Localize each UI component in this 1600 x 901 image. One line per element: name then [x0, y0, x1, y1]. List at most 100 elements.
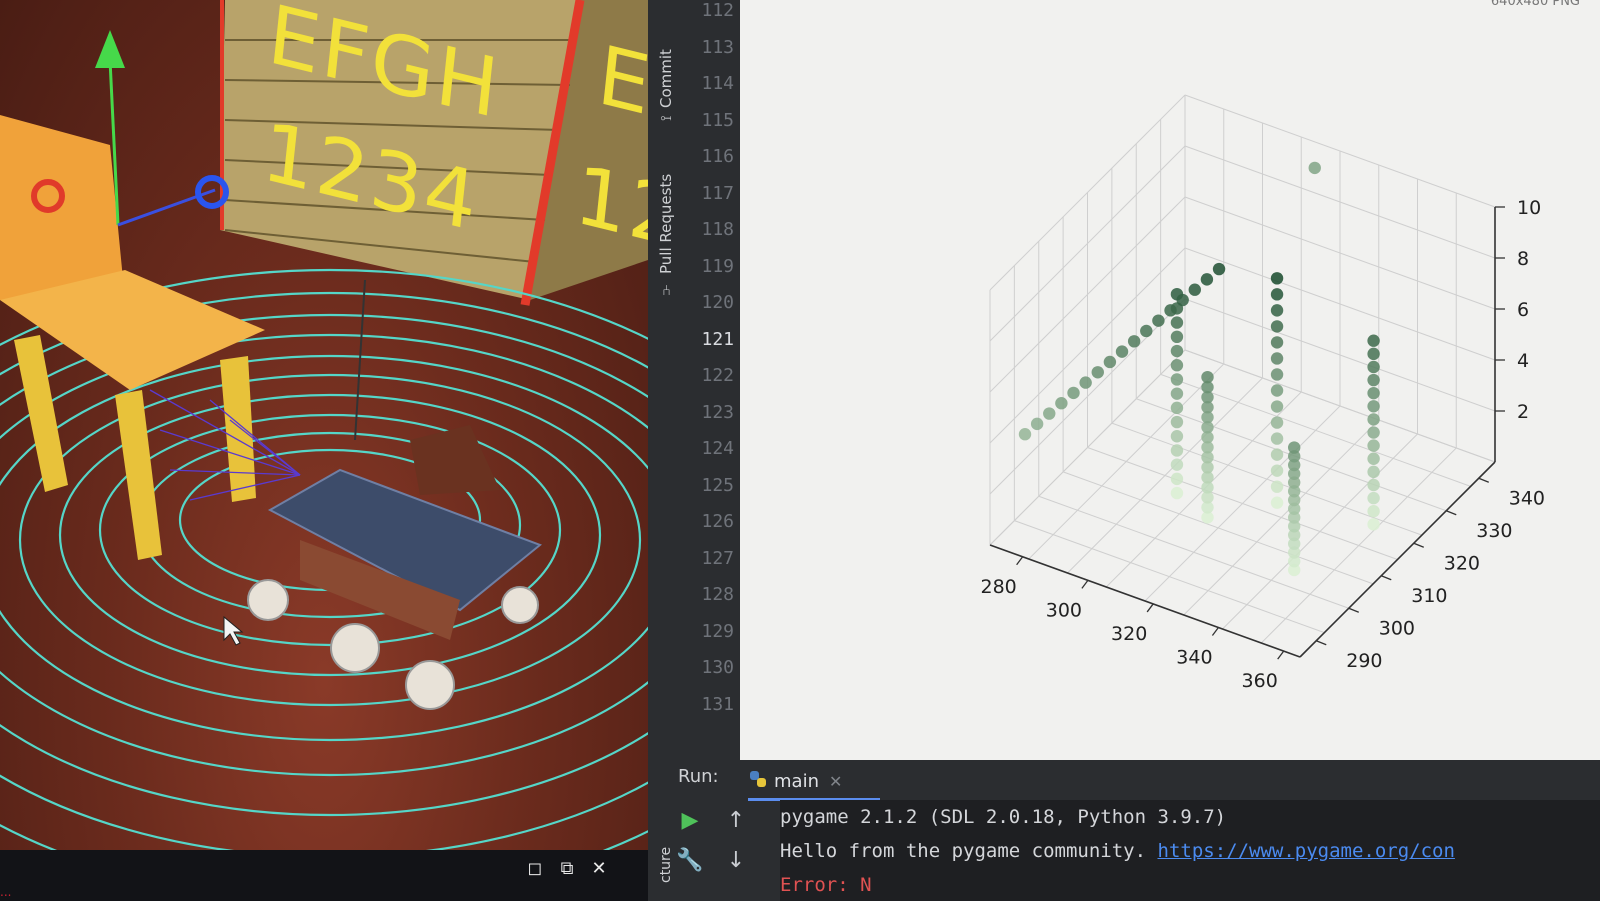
scroll-down-button[interactable]: ↓ — [724, 848, 748, 873]
line-number: 126 — [701, 511, 734, 532]
scatter-point — [1170, 387, 1184, 400]
pull-request-icon: ⑂ — [657, 281, 675, 297]
scatter-point — [1367, 452, 1380, 465]
scatter-point — [1367, 400, 1380, 413]
mouse-cursor — [223, 615, 244, 646]
run-header: Run: main ✕ — [678, 760, 1600, 801]
run-button[interactable]: ▶ — [678, 808, 702, 833]
scatter-point — [1367, 373, 1380, 387]
console-output[interactable]: pygame 2.1.2 (SDL 2.0.18, Python 3.9.7) … — [780, 800, 1600, 901]
scatter-point — [1367, 386, 1380, 400]
scatter-point — [1367, 505, 1380, 518]
y-tick-label: 330 — [1476, 520, 1512, 542]
scatter-point — [1170, 486, 1184, 500]
scatter-point — [1170, 444, 1184, 457]
console-line: Hello from the pygame community. https:/… — [780, 840, 1455, 862]
line-number: 128 — [701, 584, 734, 605]
scatter-point — [1055, 397, 1068, 410]
scatter-point — [1170, 430, 1184, 443]
y-tick — [1348, 607, 1359, 613]
close-icon[interactable]: ✕ — [829, 772, 842, 791]
console-line: pygame 2.1.2 (SDL 2.0.18, Python 3.9.7) — [780, 806, 1227, 828]
scatter-point — [1367, 360, 1380, 374]
grid-line — [1222, 433, 1418, 630]
scatter-point — [1043, 407, 1056, 420]
z-tick-label: 4 — [1517, 350, 1529, 372]
x-tick — [1146, 603, 1154, 613]
wrench-icon[interactable]: 🔧 — [676, 848, 703, 873]
y-tick — [1413, 542, 1424, 548]
run-panel: Run: main ✕ ▶ ↑ 🔧 ↓ pygame 2.1.2 (SDL 2.… — [676, 760, 1600, 901]
z-tick-label: 10 — [1517, 197, 1541, 219]
commit-icon: ⟟ — [657, 115, 675, 122]
scatter-point — [1127, 335, 1141, 348]
z-tick-label: 6 — [1517, 299, 1529, 321]
rock — [410, 425, 500, 495]
scatter-point — [1170, 359, 1184, 372]
scatter-point — [1018, 428, 1032, 441]
grid-line — [1087, 447, 1398, 560]
scatter-point — [1270, 272, 1284, 285]
tab-commit-label: Commit — [657, 48, 675, 108]
scatter-point — [1367, 347, 1380, 361]
scatter-point — [1170, 373, 1184, 386]
line-number: 119 — [701, 255, 734, 277]
simulation-status: ... — [0, 885, 12, 899]
scatter-point — [1115, 345, 1129, 358]
x-tick — [1211, 627, 1219, 636]
tab-pull-requests-label: Pull Requests — [657, 173, 675, 274]
scroll-up-button[interactable]: ↑ — [724, 808, 748, 833]
x-tick-label: 340 — [1176, 647, 1212, 669]
scatter-point — [1201, 370, 1214, 384]
line-number: 116 — [701, 146, 734, 167]
run-tab-label: main — [774, 770, 819, 792]
y-tick — [1316, 640, 1327, 646]
scatter-point — [1270, 464, 1284, 477]
plot-window: 640x480 PNG 280 300 320 340 360 290 300 310 320 3… — [740, 0, 1600, 760]
chair-back — [0, 115, 125, 300]
scatter-point — [1367, 491, 1380, 505]
y-tick-label: 320 — [1444, 552, 1480, 574]
scatter-point — [1270, 352, 1284, 365]
y-tick-label: 300 — [1379, 617, 1415, 639]
line-number: 130 — [701, 657, 734, 678]
scatter-point — [1188, 283, 1201, 296]
scatter-point — [1170, 344, 1184, 358]
tab-pull-requests[interactable]: ⑂ Pull Requests — [648, 165, 684, 305]
close-button[interactable]: ✕ — [588, 858, 610, 879]
line-number: 112 — [701, 0, 734, 21]
scatter-point — [1367, 413, 1380, 426]
x-tick-label: 280 — [980, 576, 1016, 598]
scatter-point — [1367, 478, 1380, 492]
scatter-point — [1367, 334, 1380, 347]
line-number: 118 — [701, 219, 734, 240]
scatter-point — [1030, 417, 1044, 431]
x-tick — [1016, 556, 1024, 566]
scatter-point — [1367, 465, 1380, 479]
scatter-point — [1367, 426, 1380, 439]
z-tick-label: 2 — [1517, 401, 1529, 423]
pygame-link[interactable]: https://www.pygame.org/con — [1158, 840, 1455, 862]
minimize-button[interactable]: ◻ — [524, 858, 546, 879]
restore-button[interactable]: ⧉ — [556, 858, 578, 879]
gizmo-y-arrow — [95, 30, 125, 68]
scatter-point — [1270, 384, 1284, 397]
console-text: Hello from the pygame community. — [780, 840, 1158, 862]
run-tab-main[interactable]: main ✕ — [748, 764, 880, 801]
line-number: 129 — [701, 620, 734, 642]
scatter-point — [1270, 304, 1284, 317]
editor-gutter: 112 113 114 115 116 117 118 119 120 121 122 123 124 1… — [684, 0, 740, 760]
plot-image-info: 640x480 PNG — [1490, 0, 1580, 9]
line-number: 131 — [701, 693, 734, 715]
scatter-3d-plot: 280 300 320 340 360 290 300 310 320 330 340 2 4 6 8 10 — [980, 94, 1545, 692]
scatter-point — [1367, 518, 1380, 531]
scatter-point — [1200, 273, 1214, 286]
scatter-point — [1270, 368, 1284, 381]
chair-leg — [14, 335, 68, 492]
tab-commit[interactable]: ⟟ Commit — [648, 30, 684, 140]
y-tick — [1478, 477, 1489, 483]
line-number: 120 — [701, 292, 734, 313]
scatter-point — [1170, 316, 1184, 329]
scatter-point — [1176, 293, 1189, 307]
simulation-viewport[interactable]: EFGH 1234 EF 12 — [0, 0, 648, 850]
